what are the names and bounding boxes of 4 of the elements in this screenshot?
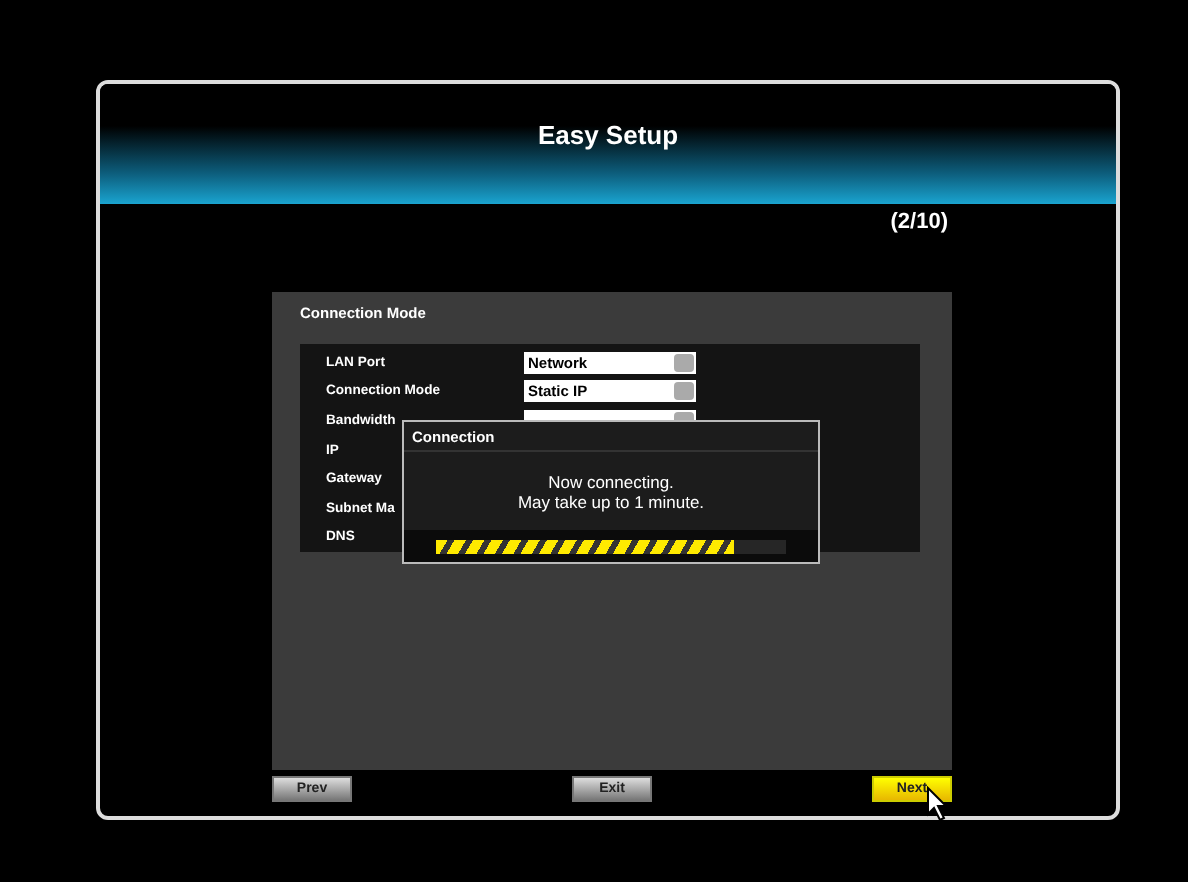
dialog-message: Now connecting. xyxy=(548,471,674,491)
step-counter: (2/10) xyxy=(890,210,948,234)
window-title: Easy Setup xyxy=(537,119,679,149)
dialog-message: May take up to 1 minute. xyxy=(517,491,705,511)
